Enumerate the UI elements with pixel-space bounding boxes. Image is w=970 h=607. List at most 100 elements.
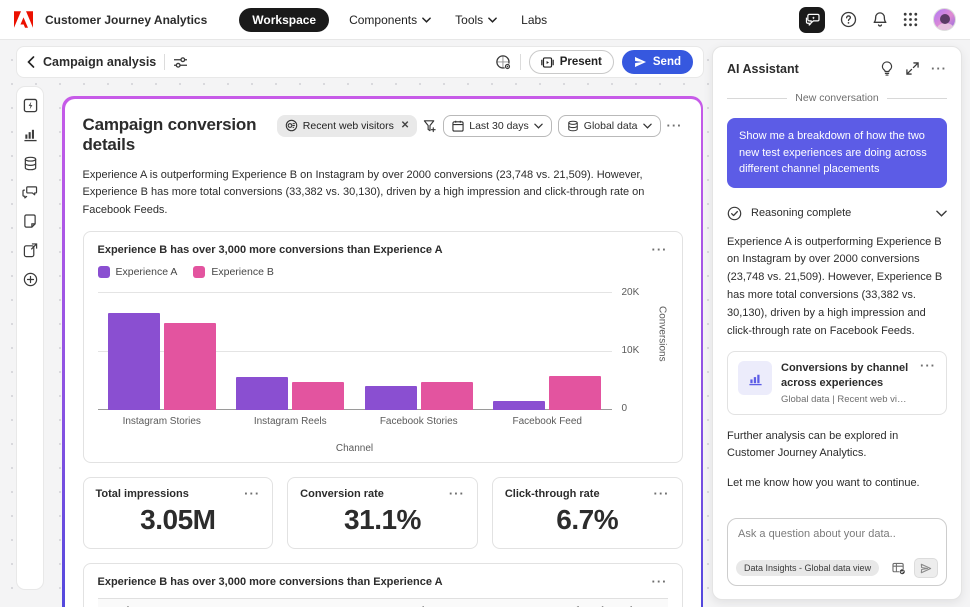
legend-label: Experience A: [116, 266, 178, 278]
metric-more-icon[interactable]: ···: [449, 489, 465, 499]
table-title: Experience B has over 3,000 more convers…: [98, 576, 443, 588]
legend-swatch-icon: [98, 266, 110, 278]
date-range-chip[interactable]: Last 30 days: [443, 115, 552, 137]
submit-question-icon[interactable]: [914, 558, 938, 578]
expand-icon[interactable]: [906, 62, 919, 75]
present-button[interactable]: Present: [529, 50, 614, 74]
metric-value: 31.1%: [300, 504, 465, 536]
back-chevron-icon[interactable]: [27, 56, 35, 68]
metric-card-conversion-rate: Conversion rate ··· 31.1%: [287, 477, 478, 549]
bar-experience-a[interactable]: [108, 313, 160, 410]
y-tick-label: 10K: [622, 345, 640, 356]
column-header-product[interactable]: Product: [98, 599, 303, 607]
assistant-followup: Further analysis can be explored in Cust…: [727, 428, 947, 462]
ai-assistant-panel: AI Assistant ··· New conversation Show m…: [712, 46, 962, 600]
notifications-bell-icon[interactable]: [872, 11, 888, 28]
bar-chart-tile-icon: [738, 361, 772, 395]
legend-label: Experience B: [211, 266, 273, 278]
visualizations-icon[interactable]: [21, 125, 39, 143]
y-tick-label: 20K: [622, 287, 640, 298]
metric-cards-row: Total impressions ··· 3.05M Conversion r…: [83, 477, 683, 549]
remove-chip-icon[interactable]: ✕: [401, 120, 409, 131]
chevron-down-icon: [422, 17, 431, 23]
data-view-chip[interactable]: Global data: [558, 115, 661, 137]
assistant-followup: Let me know how you want to continue.: [727, 475, 947, 492]
bar-experience-a[interactable]: [365, 386, 417, 410]
check-circle-icon: [727, 206, 742, 221]
insight-panel: Campaign conversion details Recent web v…: [65, 99, 701, 607]
app-window: Customer Journey Analytics Workspace Com…: [0, 0, 970, 607]
reasoning-disclosure[interactable]: Reasoning complete: [727, 206, 947, 221]
app-switcher-grid-icon[interactable]: [903, 12, 918, 27]
x-tick-label: Instagram Reels: [226, 416, 355, 427]
nav-tools[interactable]: Tools: [451, 13, 501, 27]
metric-label: Click-through rate: [505, 488, 600, 500]
annotations-icon[interactable]: [21, 183, 39, 201]
assistant-input-box: Data Insights - Global data view: [727, 518, 947, 586]
chart-title: Experience B has over 3,000 more convers…: [98, 244, 443, 256]
panel-more-icon[interactable]: ···: [667, 121, 683, 131]
data-view-settings-icon[interactable]: [495, 54, 512, 71]
left-rail: [16, 86, 44, 590]
send-button[interactable]: Send: [622, 50, 693, 74]
context-chip[interactable]: Data Insights - Global data view: [736, 560, 879, 576]
user-avatar[interactable]: [933, 8, 956, 31]
chevron-down-icon: [936, 210, 947, 217]
share-export-icon[interactable]: [21, 241, 39, 259]
chart-more-icon[interactable]: ···: [652, 245, 668, 255]
filter-sliders-icon[interactable]: [173, 56, 188, 69]
add-filter-icon[interactable]: [423, 119, 437, 133]
legend-item[interactable]: Experience A: [98, 266, 178, 278]
y-axis: 20K 10K 0 Conversions: [612, 292, 668, 410]
reasoning-status: Reasoning complete: [751, 207, 936, 219]
segment-icon: [285, 119, 298, 132]
data-context-check-icon[interactable]: [892, 562, 906, 575]
chart-plot-area: [98, 292, 612, 410]
bar-experience-b[interactable]: [549, 376, 601, 410]
bar-experience-a[interactable]: [236, 377, 288, 410]
calendar-icon: [452, 120, 464, 132]
bar-group: [226, 292, 355, 410]
bar-group: [98, 292, 227, 410]
nav-workspace[interactable]: Workspace: [239, 8, 329, 32]
components-data-icon[interactable]: [21, 154, 39, 172]
viz-result-card[interactable]: Conversions by channel across experience…: [727, 351, 947, 415]
ai-assistant-toggle-icon[interactable]: [799, 7, 825, 33]
metric-more-icon[interactable]: ···: [244, 489, 260, 499]
suggestions-bulb-icon[interactable]: [880, 61, 894, 76]
x-tick-label: Facebook Feed: [483, 416, 612, 427]
nav-labs[interactable]: Labs: [517, 13, 551, 27]
ai-more-icon[interactable]: ···: [931, 64, 947, 74]
legend-swatch-icon: [193, 266, 205, 278]
x-tick-label: Facebook Stories: [355, 416, 484, 427]
adobe-logo-icon[interactable]: [14, 11, 33, 28]
assistant-response: Experience A is outperforming Experience…: [727, 234, 947, 341]
help-icon[interactable]: [840, 11, 857, 28]
metric-label: Conversion rate: [300, 488, 384, 500]
column-header-purchases[interactable]: Purchases: [303, 599, 473, 607]
bar-experience-a[interactable]: [493, 401, 545, 410]
legend-item[interactable]: Experience B: [193, 266, 273, 278]
notes-icon[interactable]: [21, 212, 39, 230]
viz-card-more-icon[interactable]: ···: [920, 361, 936, 371]
bar-experience-b[interactable]: [421, 382, 473, 410]
table-more-icon[interactable]: ···: [652, 577, 668, 587]
bar-experience-b[interactable]: [292, 382, 344, 410]
nav-components[interactable]: Components: [345, 13, 435, 27]
y-axis-title: Conversions: [657, 306, 668, 362]
panels-icon[interactable]: [21, 96, 39, 114]
x-tick-label: Instagram Stories: [98, 416, 227, 427]
chevron-down-icon: [643, 123, 652, 129]
column-header-percent[interactable]: % of total purchases: [473, 599, 668, 607]
metric-more-icon[interactable]: ···: [654, 489, 670, 499]
present-icon: [541, 57, 554, 68]
add-icon[interactable]: [21, 270, 39, 288]
bar-experience-b[interactable]: [164, 323, 216, 410]
segment-chip[interactable]: Recent web visitors ✕: [277, 115, 417, 137]
new-conversation-divider: New conversation: [727, 92, 947, 104]
assistant-question-input[interactable]: [738, 528, 936, 555]
send-icon: [634, 56, 647, 68]
panel-summary: Experience A is outperforming Experience…: [83, 167, 683, 220]
chevron-down-icon: [488, 17, 497, 23]
divider: [164, 54, 165, 70]
